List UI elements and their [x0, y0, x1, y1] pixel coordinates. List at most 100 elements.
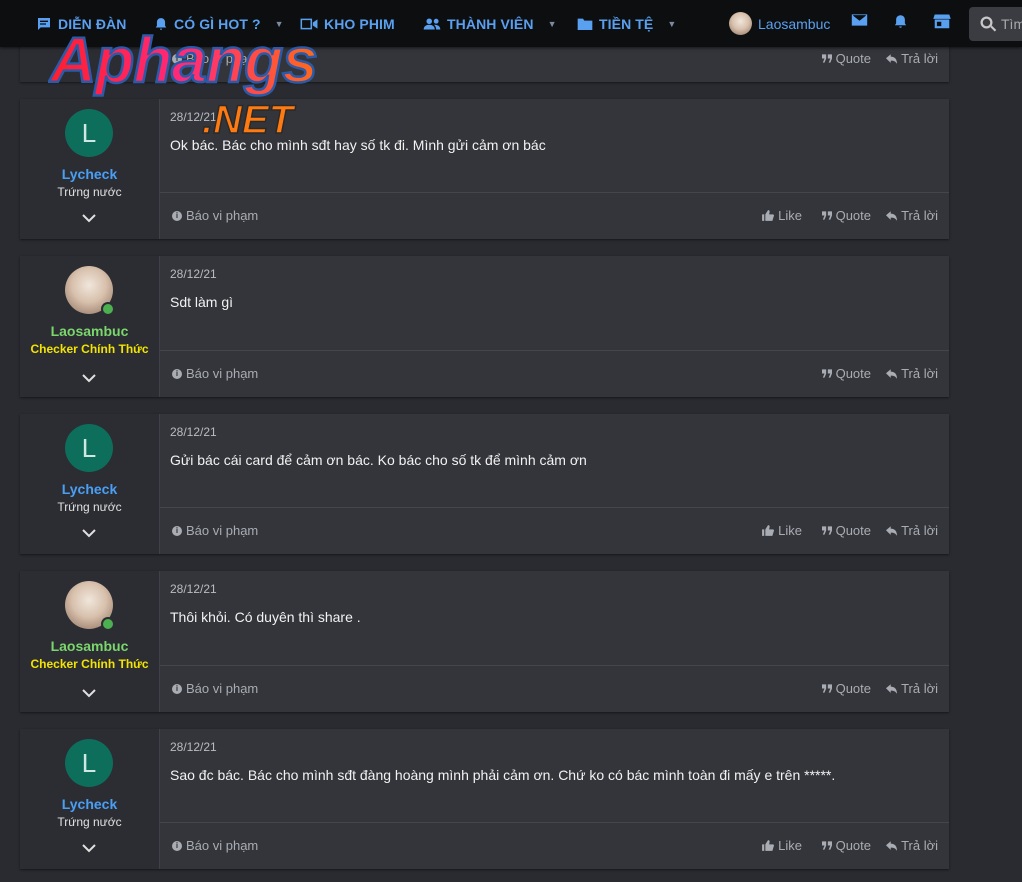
search-input[interactable] [1001, 16, 1022, 32]
user-avatar [729, 12, 752, 35]
post-message: Sdt làm gì [170, 294, 234, 310]
post-date[interactable]: 28/12/21 [170, 740, 217, 754]
post-footer: i Báo vi phạm Quote Trả lời [160, 350, 949, 397]
post-date[interactable]: 28/12/21 [170, 582, 217, 596]
store-button[interactable] [933, 13, 951, 34]
quote-icon [821, 841, 832, 850]
post-date[interactable]: 28/12/21 [170, 110, 217, 124]
report-button[interactable]: i Báo vi phạm [172, 51, 258, 66]
reply-button[interactable]: Trả lời [886, 51, 938, 66]
quote-button[interactable]: Quote [821, 681, 871, 696]
like-button[interactable]: Like [761, 838, 802, 853]
report-button[interactable]: i Báo vi phạm [172, 523, 258, 538]
reply-label: Trả lời [901, 838, 938, 853]
reply-button[interactable]: Trả lời [886, 366, 938, 381]
quote-button[interactable]: Quote [821, 208, 871, 223]
chevron-down-icon: ▼ [547, 18, 557, 29]
post: Laosambuc Checker Chính Thức 28/12/21 Sd… [20, 256, 949, 397]
thumbs-up-icon [762, 525, 775, 536]
report-button[interactable]: i Báo vi phạm [172, 838, 258, 853]
quote-icon [821, 684, 832, 693]
nav-user-menu[interactable]: Laosambuc [729, 12, 830, 35]
folder-icon [577, 18, 593, 30]
quote-label: Quote [835, 51, 871, 66]
quote-button[interactable]: Quote [821, 366, 871, 381]
username-link[interactable]: Laosambuc [20, 323, 159, 339]
avatar[interactable]: L [65, 739, 113, 787]
reply-button[interactable]: Trả lời [886, 681, 938, 696]
quote-button[interactable]: Quote [821, 838, 871, 853]
bell-icon [894, 15, 907, 28]
nav-forums[interactable]: DIỄN ĐÀN [36, 0, 126, 47]
username-link[interactable]: Laosambuc [20, 638, 159, 654]
reply-icon [886, 210, 898, 221]
avatar[interactable]: L [65, 109, 113, 157]
report-button[interactable]: i Báo vi phạm [172, 208, 258, 223]
online-status-icon [101, 617, 115, 631]
expand-user-info-button[interactable] [80, 371, 98, 383]
expand-user-info-button[interactable] [80, 526, 98, 538]
like-button[interactable]: Like [761, 208, 802, 223]
post-main: 28/12/21 Ok bác. Bác cho mình sđt hay số… [160, 99, 949, 239]
like-label: Like [778, 838, 802, 853]
chevron-down-icon: ▼ [667, 18, 677, 29]
expand-user-info-button[interactable] [80, 211, 98, 223]
post-date[interactable]: 28/12/21 [170, 425, 217, 439]
reply-label: Trả lời [901, 523, 938, 538]
quote-button[interactable]: Quote [821, 523, 871, 538]
post-user-panel: Laosambuc Checker Chính Thức [20, 571, 160, 712]
avatar[interactable]: L [65, 424, 113, 472]
reply-label: Trả lời [901, 51, 938, 66]
expand-user-info-button[interactable] [80, 686, 98, 698]
nav-whats-hot[interactable]: CÓ GÌ HOT ? ▼ [154, 0, 284, 47]
info-icon: i [172, 53, 182, 64]
report-button[interactable]: i Báo vi phạm [172, 366, 258, 381]
post: Laosambuc Checker Chính Thức 28/12/21 Th… [20, 571, 949, 712]
reply-button[interactable]: Trả lời [886, 523, 938, 538]
post: L Lycheck Trứng nước 28/12/21 Ok bác. Bá… [20, 99, 949, 239]
report-label: Báo vi phạm [186, 51, 259, 66]
nav-currency[interactable]: TIỀN TỆ ▼ [577, 0, 676, 47]
user-title: Checker Chính Thức [30, 657, 149, 671]
nav-username: Laosambuc [758, 15, 831, 32]
reply-icon [886, 53, 898, 64]
post-main: 28/12/21 Sao đc bác. Bác cho mình sđt đà… [160, 729, 949, 869]
username-link[interactable]: Lycheck [20, 796, 159, 812]
chevron-down-icon [82, 689, 96, 698]
post-message: Thôi khỏi. Có duyên thì share . [170, 609, 361, 625]
chevron-down-icon: ▼ [274, 18, 284, 29]
chevron-down-icon [82, 529, 96, 538]
nav-movies[interactable]: KHO PHIM [299, 0, 395, 47]
report-button[interactable]: i Báo vi phạm [172, 681, 258, 696]
like-button[interactable]: Like [761, 523, 802, 538]
quote-button[interactable]: Quote [821, 51, 871, 66]
report-label: Báo vi phạm [186, 523, 259, 538]
avatar[interactable] [65, 266, 115, 316]
reply-button[interactable]: Trả lời [886, 838, 938, 853]
avatar-letter: L [81, 117, 97, 148]
username-link[interactable]: Lycheck [20, 166, 159, 182]
quote-label: Quote [835, 208, 871, 223]
nav-members[interactable]: THÀNH VIÊN ▼ [423, 0, 557, 47]
expand-user-info-button[interactable] [80, 841, 98, 853]
search-box[interactable] [969, 7, 1022, 41]
quote-label: Quote [835, 681, 871, 696]
inbox-button[interactable] [851, 13, 868, 32]
search-icon [980, 16, 997, 32]
username-link[interactable]: Lycheck [20, 481, 159, 497]
report-label: Báo vi phạm [186, 366, 259, 381]
report-label: Báo vi phạm [186, 208, 259, 223]
avatar[interactable] [65, 581, 115, 631]
chevron-down-icon [82, 374, 96, 383]
reply-label: Trả lời [901, 208, 938, 223]
post-date[interactable]: 28/12/21 [170, 267, 217, 281]
alerts-button[interactable] [893, 13, 908, 35]
quote-icon [821, 211, 832, 220]
nav-forums-label: DIỄN ĐÀN [58, 15, 127, 32]
post-user-panel: Laosambuc Checker Chính Thức [20, 256, 160, 397]
user-title: Trứng nước [57, 500, 122, 514]
reply-button[interactable]: Trả lời [886, 208, 938, 223]
online-status-icon [101, 302, 115, 316]
post-footer: i Báo vi phạm Like Quote Trả lời [160, 507, 949, 554]
users-icon [423, 17, 441, 30]
